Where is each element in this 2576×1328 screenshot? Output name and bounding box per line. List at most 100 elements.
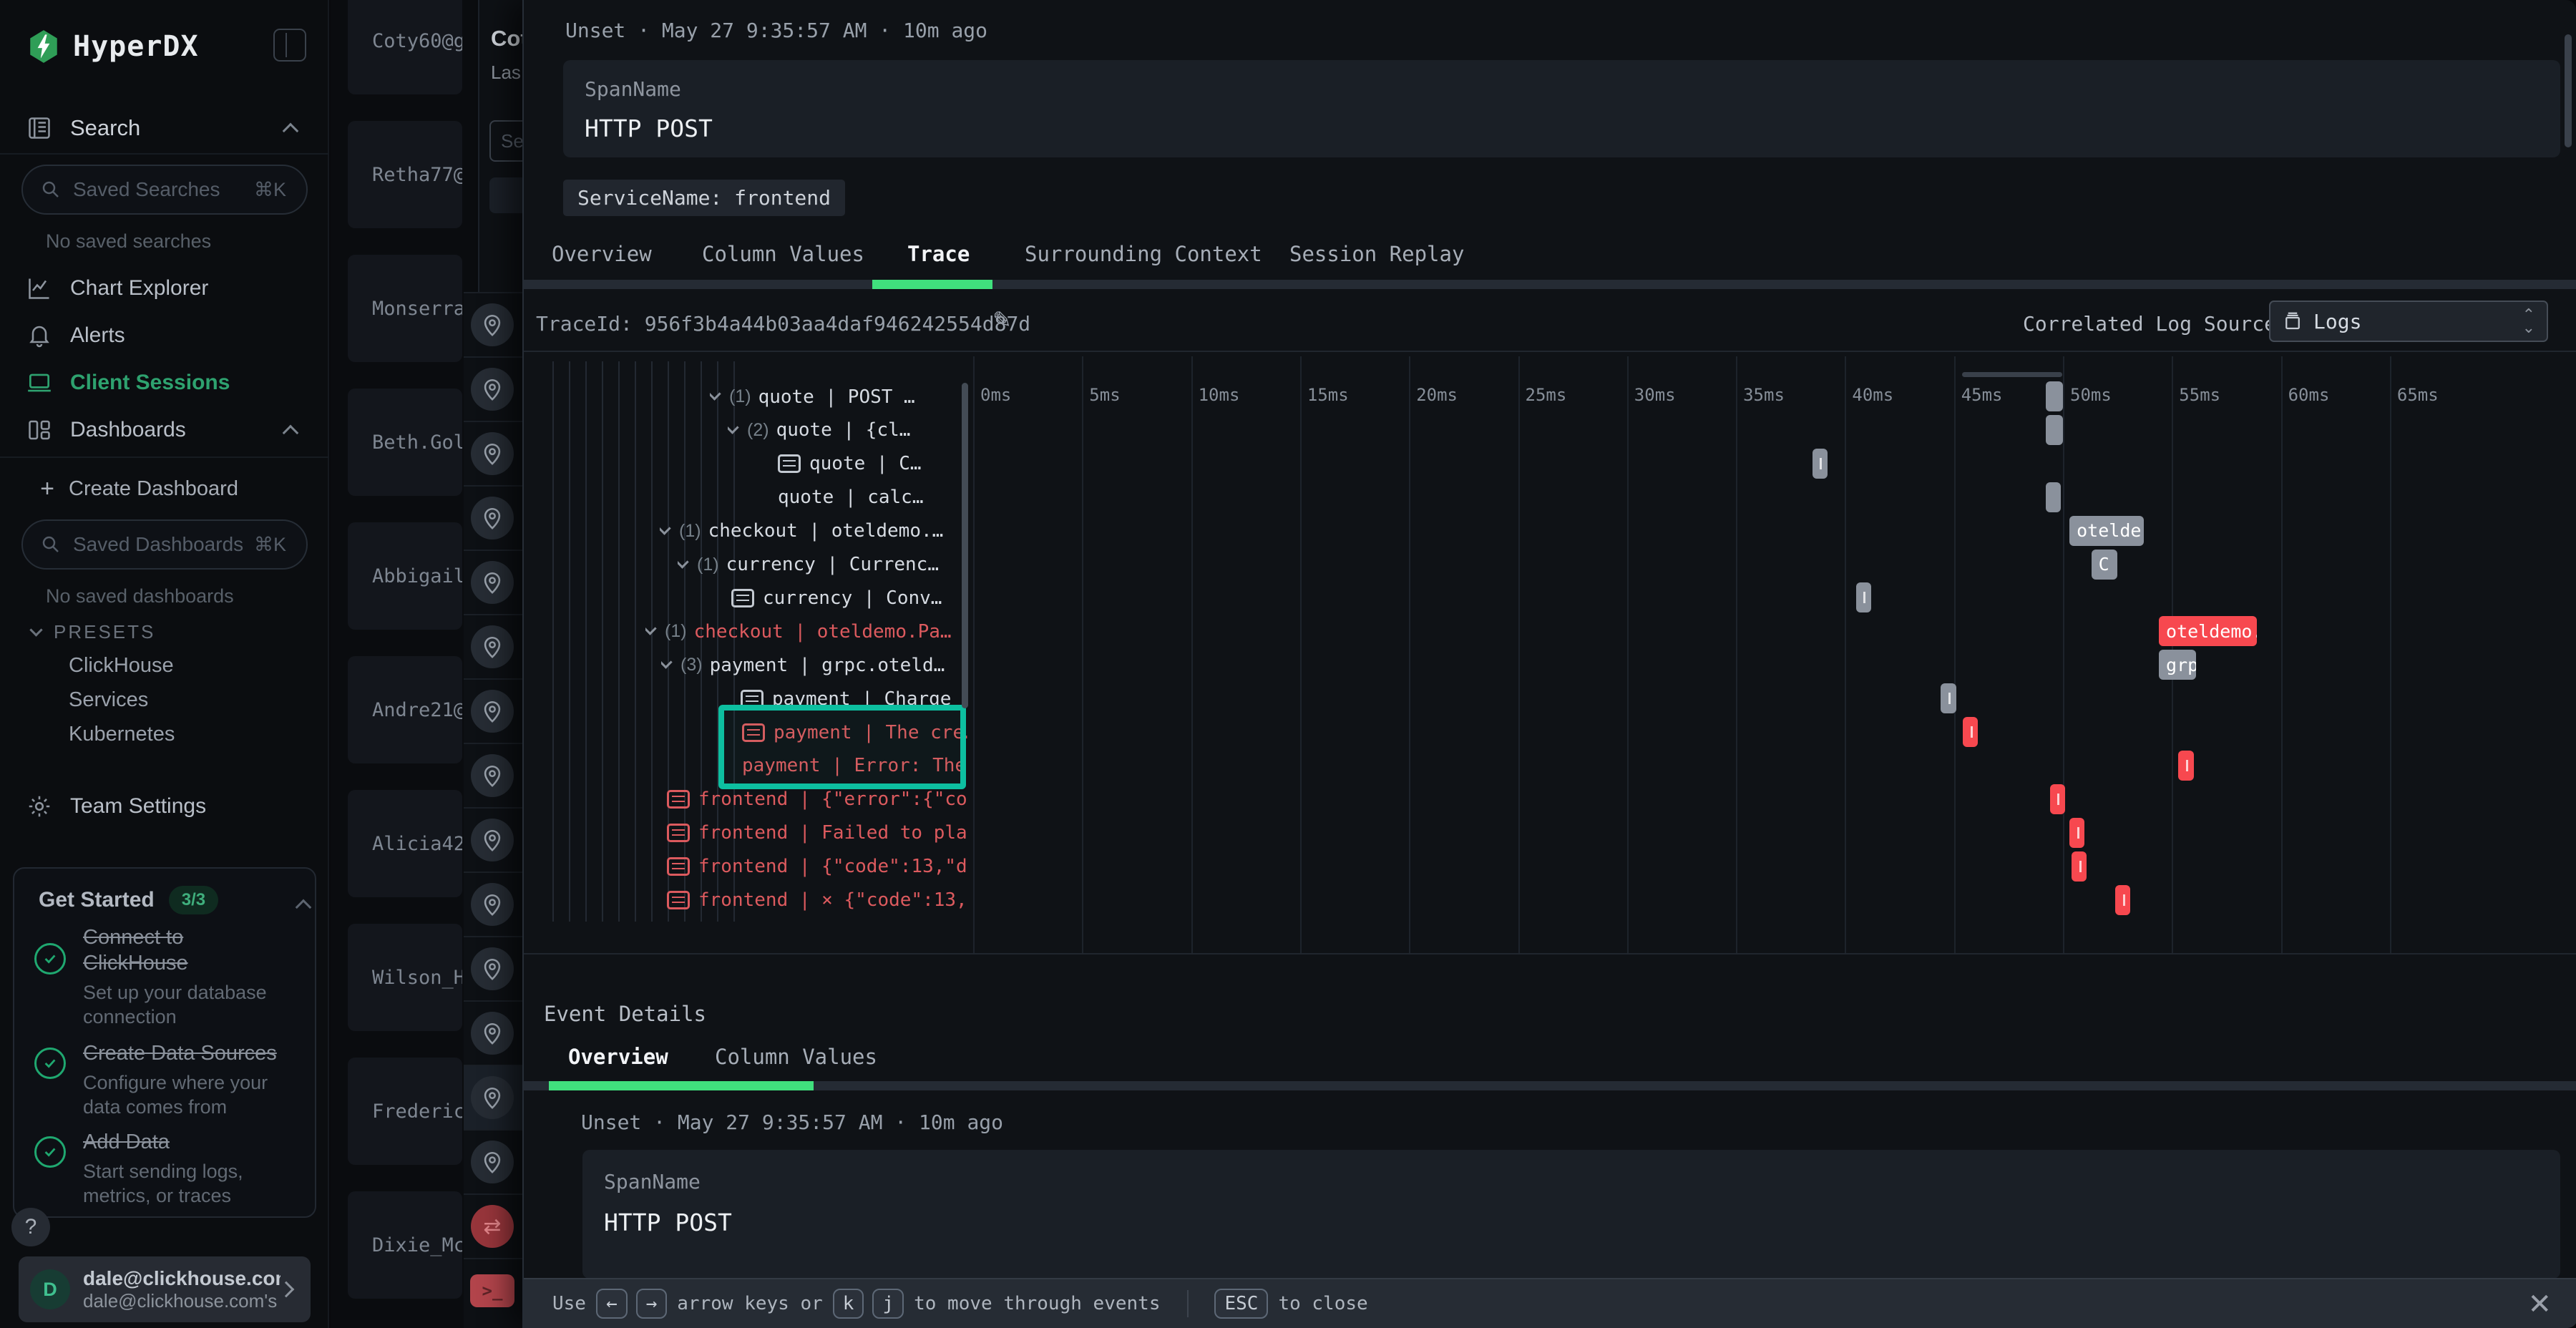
trace-span-row[interactable]: frontend | × {"code":13,"d… [667,884,967,917]
trace-span-row[interactable]: (3)payment | grpc.oteld… [661,648,967,682]
sidebar-item-team-settings[interactable]: Team Settings [0,784,329,829]
tab-trace[interactable]: Trace [907,242,970,266]
session-event-row[interactable] [464,356,522,421]
session-list-item[interactable]: Wilson_H [348,924,462,1031]
trace-span-bar[interactable] [2046,381,2063,411]
session-event-row[interactable]: >_ [464,1258,522,1322]
left-arrow-key: ← [596,1289,628,1319]
log-doc-icon [731,589,754,607]
plus-icon: + [37,475,57,503]
trace-span-row[interactable]: frontend | Failed to place… [667,816,967,850]
session-event-row[interactable] [464,292,522,356]
session-events-rail: ⇄ >_ [464,292,522,1328]
trace-log-marker[interactable] [2069,818,2084,848]
session-event-row[interactable] [464,614,522,678]
trace-log-marker[interactable] [1856,582,1871,612]
session-event-row[interactable] [464,936,522,1000]
sidebar-item-search[interactable]: Search [0,106,329,150]
trace-span-row[interactable]: currency | Conv… [731,581,967,615]
session-event-row[interactable]: ⇄ [464,1193,522,1258]
trace-log-marker[interactable] [2050,784,2065,814]
sidebar-item-client-sessions[interactable]: Client Sessions [0,361,329,405]
session-event-row[interactable] [464,421,522,485]
trace-span-bar[interactable]: oteldemo. [2159,616,2257,646]
session-event-row[interactable] [464,1129,522,1193]
edit-pencil-icon[interactable]: ✎ [992,306,1012,333]
session-event-row[interactable] [464,807,522,872]
page-vscrollbar[interactable] [2565,34,2572,147]
trace-span-row[interactable]: (1)checkout | oteldemo.… [660,514,967,548]
tab-surrounding-context[interactable]: Surrounding Context [1025,242,1262,266]
span-name-box: SpanName HTTP POST [563,60,2560,157]
sidebar-item-dashboards[interactable]: Dashboards [0,408,329,452]
session-list-item[interactable]: Dixie_Mc [348,1191,462,1299]
tab-session-replay[interactable]: Session Replay [1289,242,1464,266]
session-search-input[interactable]: Sea [489,120,522,162]
tab-column-values[interactable]: Column Values [702,242,864,266]
session-event-row[interactable] [464,1065,522,1129]
trace-span-bar[interactable]: grp [2159,650,2196,680]
session-event-row[interactable] [464,550,522,614]
trace-log-marker[interactable] [1963,717,1978,747]
session-list-item[interactable]: Alicia42 [348,790,462,897]
session-panel-button[interactable] [489,177,522,213]
sidebar-item-chart-explorer[interactable]: Chart Explorer [0,266,329,311]
preset-link-clickhouse[interactable]: ClickHouse [69,654,174,678]
trace-span-bar[interactable] [2046,482,2061,512]
sidebar-item-alerts[interactable]: Alerts [0,313,329,358]
sidebar-collapse-button[interactable] [273,29,306,62]
trace-span-bar[interactable] [2046,415,2063,445]
session-event-row[interactable] [464,1000,522,1065]
trace-log-marker[interactable] [2072,851,2087,882]
right-arrow-key: → [636,1289,668,1319]
log-doc-icon [667,824,690,842]
session-event-row[interactable] [464,872,522,936]
session-list-item[interactable]: Abbigail [348,522,462,630]
trace-span-row[interactable]: quote | calc… [778,481,967,514]
session-list-item[interactable]: Andre21@ [348,656,462,763]
location-pin-icon [471,303,514,346]
session-event-row[interactable] [464,743,522,807]
trace-span-row[interactable]: frontend | {"code":13,"det… [667,850,967,884]
swap-arrows-icon: ⇄ [471,1205,514,1248]
trace-log-marker[interactable] [2178,751,2193,781]
log-source-select[interactable]: Logs ⌃⌄ [2269,301,2548,342]
session-list-item[interactable]: Beth.Gol [348,389,462,496]
session-event-row[interactable] [464,485,522,550]
trace-span-row[interactable]: quote | C… [778,447,967,481]
help-button[interactable]: ? [11,1208,50,1246]
chevron-up-icon[interactable] [296,899,312,916]
trace-span-row[interactable]: (2)quote | {cl… [728,414,967,447]
saved-dashboards-input[interactable]: Saved Dashboards ⌘K [21,519,308,570]
create-dashboard-button[interactable]: + Create Dashboard [0,467,329,511]
tab-column-values[interactable]: Column Values [715,1045,877,1069]
service-name-tag[interactable]: ServiceName: frontend [563,180,845,216]
preset-link-services[interactable]: Services [69,688,148,712]
check-circle-icon [34,1136,66,1168]
trace-span-row[interactable]: (1)currency | Currenc… [678,548,967,582]
close-icon[interactable]: ✕ [2527,1288,2552,1321]
tree-indent-guide [635,361,636,922]
trace-span-bar[interactable]: C [2092,550,2118,580]
trace-span-row[interactable]: (1)checkout | oteldemo.Pa… [645,615,967,648]
saved-searches-input[interactable]: Saved Searches ⌘K [21,165,308,215]
trace-span-bar[interactable]: otelde [2069,516,2144,546]
timeline-hscrollbar[interactable] [1962,372,2062,377]
session-event-row[interactable] [464,678,522,743]
preset-link-kubernetes[interactable]: Kubernetes [69,723,175,746]
presets-header[interactable]: PRESETS [31,621,155,643]
session-detail-panel: Cot Las Sea [478,0,522,292]
user-account-chip[interactable]: D dale@clickhouse.com dale@clickhouse.co… [19,1256,311,1322]
event-meta: Unset · May 27 9:35:57 AM · 10m ago [581,1110,1003,1134]
session-list-item[interactable]: Coty60@g [348,0,462,94]
tree-vscrollbar[interactable] [962,383,968,708]
tab-overview[interactable]: Overview [568,1045,668,1069]
trace-span-row[interactable]: (1)quote | POST … [710,380,967,414]
trace-log-marker[interactable] [1941,683,1956,713]
trace-log-marker[interactable] [1813,449,1828,479]
session-list-item[interactable]: Monserra [348,255,462,362]
tab-overview[interactable]: Overview [552,242,652,266]
trace-log-marker[interactable] [2115,885,2130,915]
session-list-item[interactable]: Frederic [348,1058,462,1165]
session-list-item[interactable]: Retha77@ [348,121,462,228]
